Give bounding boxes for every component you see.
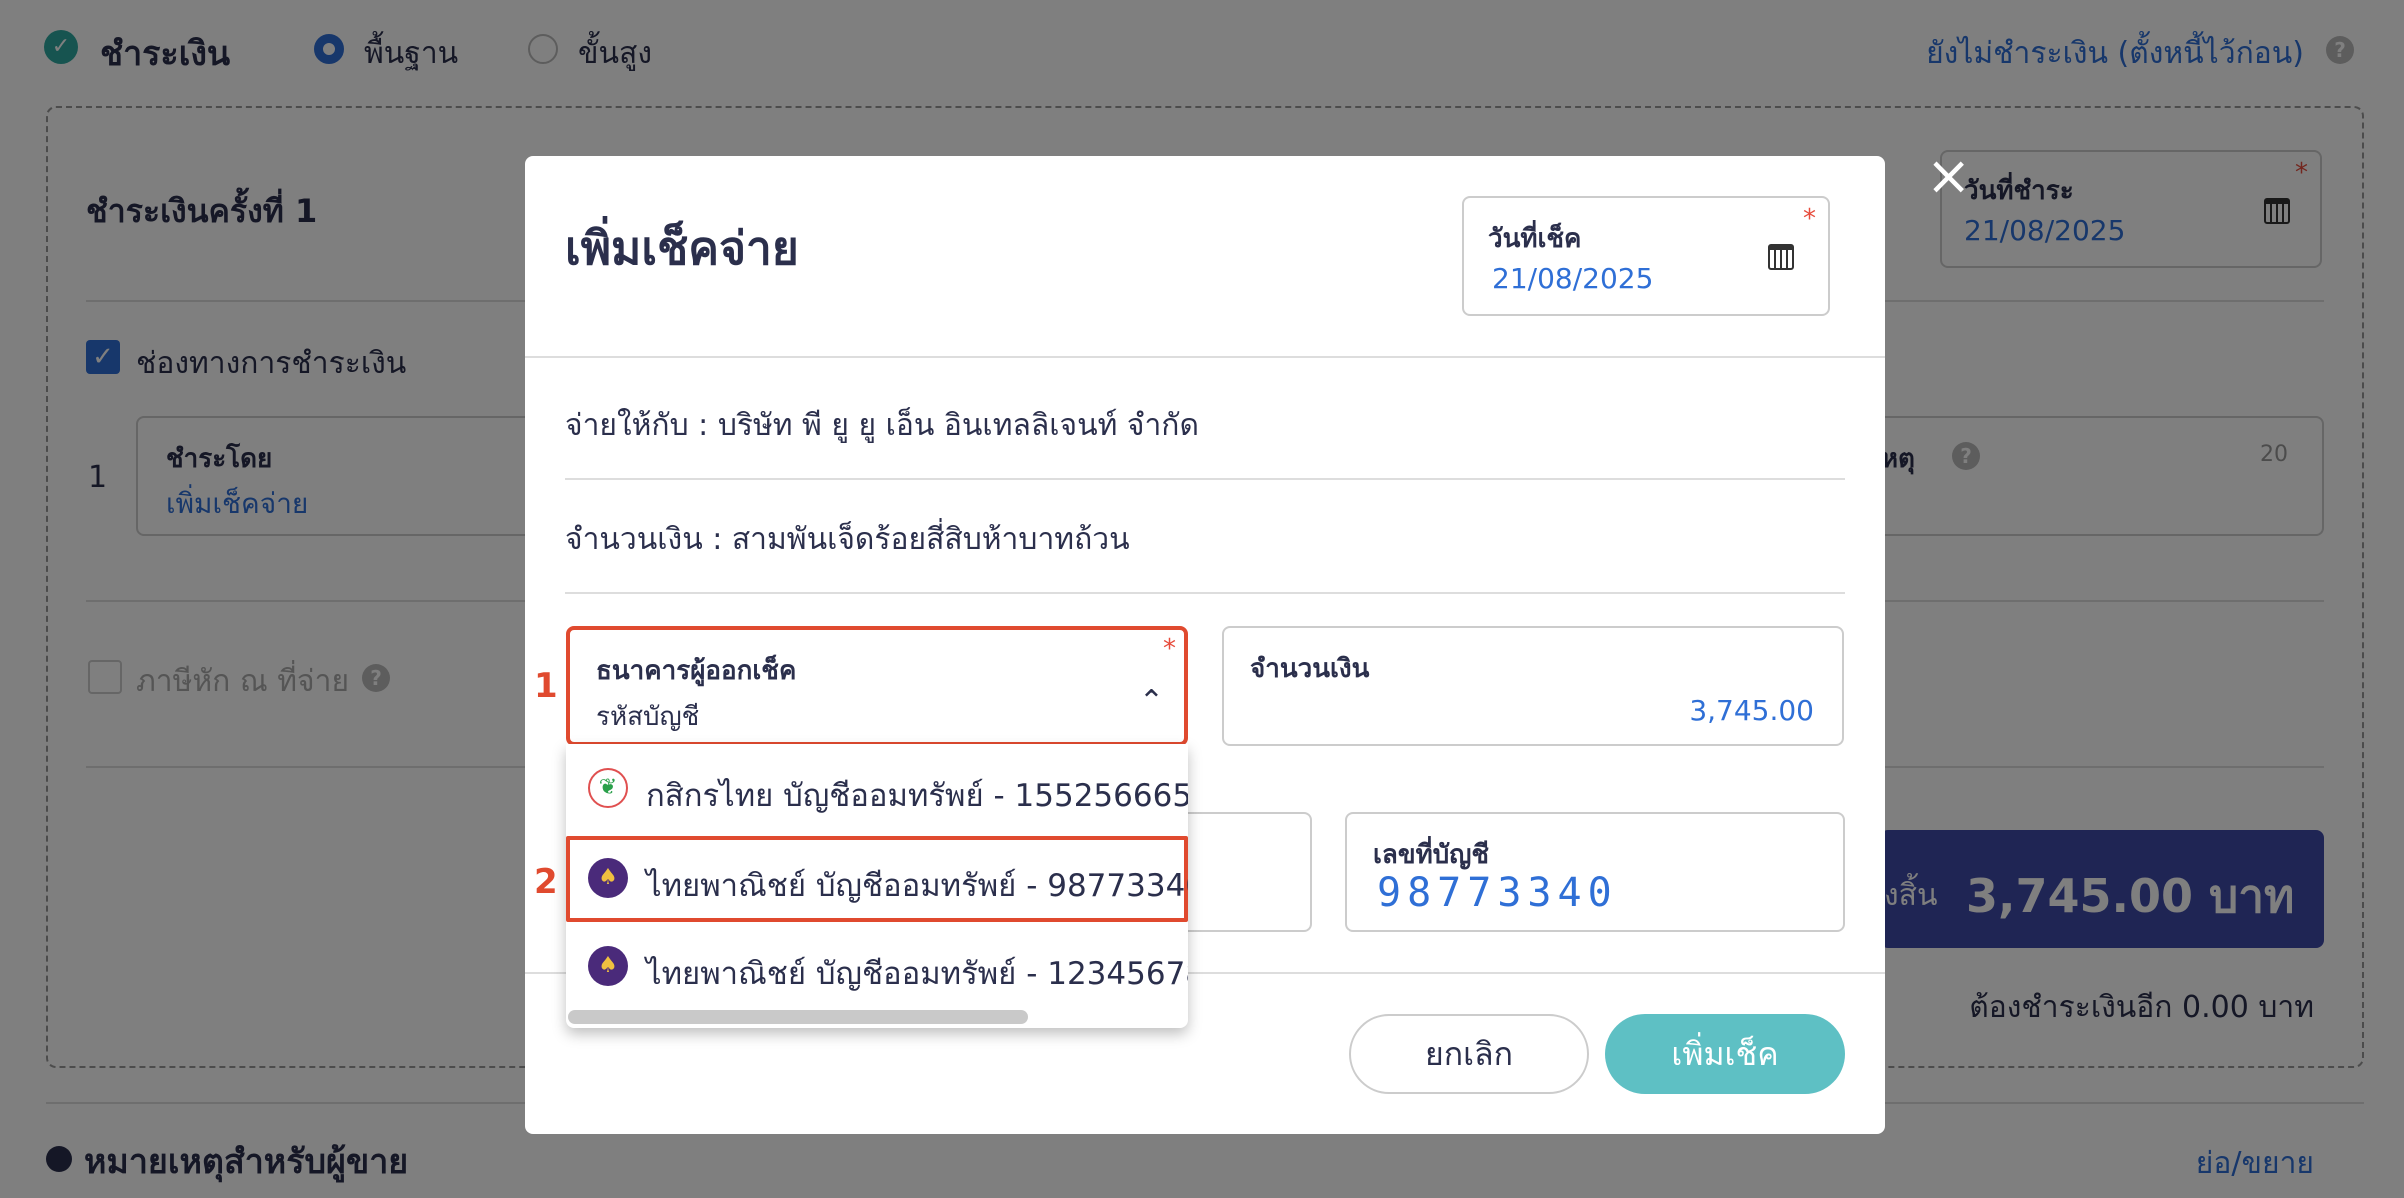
check-date-value: 21/08/2025: [1492, 262, 1654, 295]
dropdown-option-selected[interactable]: ♠ ไทยพาณิชย์ บัญชีออมทรัพย์ - 987733401: [566, 836, 1188, 922]
bank-label: ธนาคารผู้ออกเช็ค: [596, 656, 797, 686]
dropdown-scrollbar[interactable]: [568, 1010, 1028, 1024]
close-icon[interactable]: ×: [1926, 149, 1971, 203]
step-marker-1: 1: [534, 666, 558, 706]
pay-to-text: จ่ายให้กับ : บริษัท พี ยู ยู เอ็น อินเทล…: [565, 408, 1199, 443]
amount-field[interactable]: จำนวนเงิน 3,745.00: [1222, 626, 1844, 746]
issuing-bank-select[interactable]: ธนาคารผู้ออกเช็ค * รหัสบัญชี ⌃: [566, 626, 1188, 746]
account-no-label: เลขที่บัญชี: [1373, 840, 1490, 870]
dropdown-option[interactable]: ♠ ไทยพาณิชย์ บัญชีออมทรัพย์ - 1234567888: [566, 924, 1188, 1010]
account-no-value: 98773340: [1377, 870, 1618, 916]
add-check-button[interactable]: เพิ่มเช็ค: [1605, 1014, 1845, 1094]
scb-logo-icon: ♠: [588, 946, 628, 986]
required-mark: *: [1163, 634, 1176, 664]
option-label: กสิกรไทย บัญชีออมทรัพย์ - 15525666512: [646, 778, 1188, 814]
cancel-button[interactable]: ยกเลิก: [1349, 1014, 1589, 1094]
check-date-field[interactable]: วันที่เช็ค * 21/08/2025: [1462, 196, 1830, 316]
dropdown-option[interactable]: ❦ กสิกรไทย บัญชีออมทรัพย์ - 15525666512: [566, 746, 1188, 832]
check-number-field[interactable]: [1170, 812, 1312, 932]
required-mark: *: [1803, 204, 1816, 234]
bank-placeholder: รหัสบัญชี: [596, 702, 700, 732]
divider: [565, 592, 1845, 594]
calendar-icon[interactable]: [1768, 244, 1794, 270]
option-label: ไทยพาณิชย์ บัญชีออมทรัพย์ - 987733401: [646, 868, 1188, 904]
amount-label: จำนวนเงิน: [1250, 654, 1370, 684]
amount-words-text: จำนวนเงิน : สามพันเจ็ดร้อยสี่สิบห้าบาทถ้…: [565, 522, 1130, 557]
kbank-logo-icon: ❦: [588, 768, 628, 808]
modal-title: เพิ่มเช็คจ่าย: [565, 221, 799, 275]
check-date-label: วันที่เช็ค: [1488, 224, 1582, 254]
option-label: ไทยพาณิชย์ บัญชีออมทรัพย์ - 1234567888: [646, 956, 1188, 992]
step-marker-2: 2: [534, 862, 558, 902]
amount-value: 3,745.00: [1689, 694, 1814, 727]
bank-dropdown-list: ❦ กสิกรไทย บัญชีออมทรัพย์ - 15525666512 …: [566, 744, 1188, 1028]
chevron-up-icon[interactable]: ⌃: [1139, 684, 1164, 719]
scb-logo-icon: ♠: [588, 858, 628, 898]
divider: [565, 478, 1845, 480]
divider: [525, 356, 1885, 358]
account-number-field[interactable]: เลขที่บัญชี 98773340: [1345, 812, 1845, 932]
